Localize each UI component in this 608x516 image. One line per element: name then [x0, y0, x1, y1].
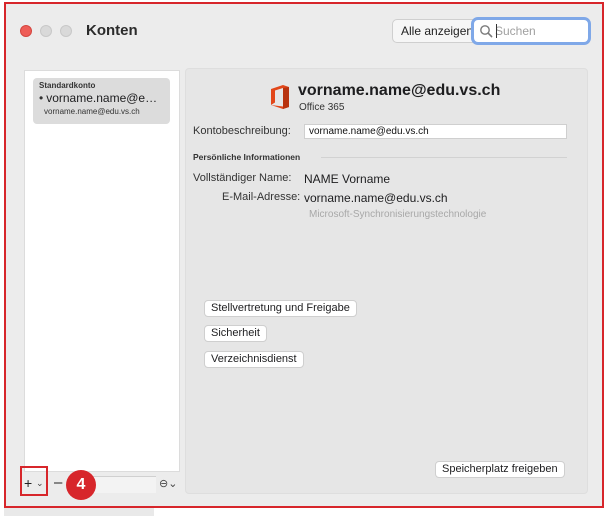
directory-service-button[interactable]: Verzeichnisdienst: [204, 351, 304, 368]
security-button[interactable]: Sicherheit: [204, 325, 267, 342]
full-name-value: NAME Vorname: [304, 172, 391, 186]
search-input[interactable]: [495, 22, 585, 40]
toolbar-spacer: [90, 476, 156, 493]
add-account-button[interactable]: +: [24, 475, 32, 491]
account-detail-pane: vorname.name@edu.vs.ch Office 365 Kontob…: [185, 68, 588, 494]
account-type-label: Office 365: [299, 102, 345, 113]
title-bar: Konten Alle anzeigen: [6, 4, 602, 60]
remove-account-button[interactable]: –: [54, 474, 62, 491]
account-email: vorname.name@edu.vs.ch: [44, 107, 140, 116]
chevron-down-icon[interactable]: ⌄: [36, 478, 44, 489]
accounts-list: Standardkonto • vorname.name@e… vorname.…: [24, 70, 180, 472]
show-all-button[interactable]: Alle anzeigen: [392, 19, 483, 43]
sidebar-toolbar: + ⌄ – ⊖⌄: [20, 466, 181, 496]
minimize-window-button[interactable]: [40, 25, 52, 37]
email-label: E-Mail-Adresse:: [222, 191, 301, 203]
zoom-window-button[interactable]: [60, 25, 72, 37]
office-365-icon: [271, 85, 289, 109]
description-label: Kontobeschreibung:: [193, 125, 291, 137]
delegation-sharing-button[interactable]: Stellvertretung und Freigabe: [204, 300, 357, 317]
window-edge: [594, 60, 602, 506]
more-options-button[interactable]: ⊖⌄: [159, 476, 181, 492]
free-storage-button[interactable]: Speicherplatz freigeben: [435, 461, 565, 478]
text-caret: [496, 24, 497, 38]
full-name-label: Vollständiger Name:: [193, 172, 292, 184]
magnifier-icon: [480, 25, 493, 38]
accounts-window: Konten Alle anzeigen Standardkonto • vor…: [4, 2, 604, 508]
close-window-button[interactable]: [20, 25, 32, 37]
default-account-label: Standardkonto: [39, 81, 96, 90]
status-bullet: •: [39, 91, 44, 105]
section-divider: [321, 157, 567, 158]
description-field[interactable]: [304, 124, 567, 139]
bottom-strip: [4, 508, 604, 516]
account-header-email: vorname.name@edu.vs.ch: [298, 82, 501, 99]
sync-technology-label: Microsoft-Synchronisierungstechnologie: [309, 209, 487, 220]
search-field[interactable]: [471, 17, 591, 45]
window-title: Konten: [86, 22, 138, 39]
email-value: vorname.name@edu.vs.ch: [304, 191, 448, 205]
step-number-badge: 4: [66, 470, 96, 500]
section-title: Persönliche Informationen: [193, 152, 301, 162]
account-list-item[interactable]: Standardkonto • vorname.name@e… vorname.…: [33, 78, 170, 124]
account-name: vorname.name@e…: [46, 91, 158, 105]
